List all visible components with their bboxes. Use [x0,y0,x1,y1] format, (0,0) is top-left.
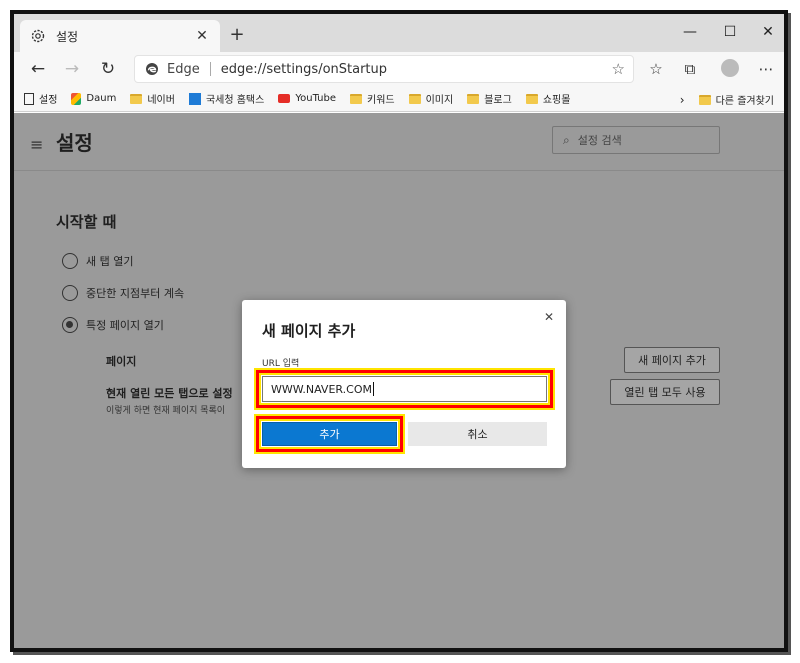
section-title: 시작할 때 [56,213,117,231]
address-url: edge://settings/onStartup [220,61,388,77]
edge-logo-icon [146,63,158,75]
refresh-button[interactable]: ↻ [96,57,120,81]
bookmark-item[interactable]: 이미지 [408,91,454,106]
bookmark-item[interactable]: 키워드 [350,91,395,106]
url-input[interactable]: WWW.NAVER.COM [262,376,547,402]
bookmark-item[interactable]: 네이버 [130,91,175,106]
minimize-button[interactable]: — [672,20,708,44]
hometax-icon [188,92,201,105]
bookmark-item[interactable]: 블로그 [467,91,512,106]
gear-icon [31,29,45,43]
add-button[interactable]: 추가 [262,422,397,446]
daum-icon [71,92,82,105]
bookmark-item[interactable]: Daum [71,92,117,105]
tab-close-icon[interactable]: ✕ [194,28,210,44]
other-favorites-label: 다른 즐겨찾기 [715,96,774,107]
tab-settings[interactable]: 설정 ✕ [20,20,220,52]
bookmark-label: 키워드 [367,95,395,106]
bookmark-label: 블로그 [484,95,512,106]
search-icon: ⌕ [563,132,570,147]
collections-icon[interactable]: ⧉ [678,57,702,81]
radio-button[interactable] [62,285,78,301]
add-page-dialog: 새 페이지 추가 ✕ URL 입력 WWW.NAVER.COM 추가 취소 [242,300,566,468]
dialog-close-icon[interactable]: ✕ [544,310,554,324]
hamburger-menu-icon[interactable]: ≡ [30,135,43,154]
radio-specific-pages[interactable]: 특정 페이지 열기 [62,317,164,333]
page-icon [24,92,34,105]
add-page-button[interactable]: 새 페이지 추가 [624,347,720,373]
settings-header: ≡ 설정 ⌕ 설정 검색 [14,113,784,171]
bookmark-item[interactable]: 국세청 홈택스 [188,91,265,106]
search-placeholder: 설정 검색 [577,134,622,147]
bookmark-label: 네이버 [147,95,175,106]
radio-label: 중단한 지점부터 계속 [86,287,185,300]
radio-label: 새 탭 열기 [86,255,134,268]
profile-avatar[interactable] [721,59,739,77]
youtube-icon [278,94,291,103]
browser-window: 설정 ✕ + — ☐ ✕ ← → ↻ Edge edge://settings/… [10,10,788,652]
radio-button-selected[interactable] [62,317,78,333]
cancel-button[interactable]: 취소 [408,422,547,446]
pages-label: 페이지 [106,355,137,368]
tab-title: 설정 [56,29,79,44]
bookmarks-bar: 설정 Daum 네이버 국세청 홈택스 YouTube 키워드 이미지 블로그 [14,86,784,112]
text-caret [372,382,374,396]
bookmark-label: Daum [86,93,117,104]
favorite-star-icon[interactable]: ☆ [612,60,625,78]
radio-new-tab[interactable]: 새 탭 열기 [62,253,133,269]
more-menu-icon[interactable]: ⋯ [754,57,778,81]
url-input-value: WWW.NAVER.COM [271,382,372,396]
folder-icon [525,93,538,104]
bookmark-label: YouTube [295,93,336,104]
chevron-right-icon[interactable]: › [680,93,685,107]
folder-icon [467,93,480,104]
settings-search-input[interactable]: ⌕ 설정 검색 [552,126,720,154]
bookmark-item[interactable]: 설정 [24,91,57,106]
replace-description: 이렇게 하면 현재 페이지 목록이 [106,406,226,416]
close-window-button[interactable]: ✕ [750,20,784,44]
address-brand: Edge [167,61,200,77]
bookmark-label: 이미지 [425,95,454,106]
bookmark-label: 설정 [39,95,58,106]
folder-icon [698,94,711,105]
address-divider [209,62,211,76]
use-all-tabs-button[interactable]: 열린 탭 모두 사용 [610,379,720,405]
bookmark-item[interactable]: YouTube [278,93,336,104]
tab-strip: 설정 ✕ + — ☐ ✕ [14,14,784,52]
toolbar: ← → ↻ Edge edge://settings/onStartup ☆ ☆… [14,52,784,86]
address-bar[interactable]: Edge edge://settings/onStartup ☆ [134,55,634,83]
bookmark-label: 쇼핑몰 [542,95,571,106]
maximize-button[interactable]: ☐ [712,20,748,44]
dialog-title: 새 페이지 추가 [262,322,356,340]
radio-continue[interactable]: 중단한 지점부터 계속 [62,285,184,301]
back-button[interactable]: ← [26,57,50,81]
new-tab-button[interactable]: + [226,24,248,46]
replace-label: 현재 열린 모든 탭으로 설정 [106,387,233,400]
forward-button[interactable]: → [60,57,84,81]
favorites-icon[interactable]: ☆ [644,57,668,81]
page-title: 설정 [56,131,93,155]
other-favorites[interactable]: › 다른 즐겨찾기 [680,92,774,108]
folder-icon [408,93,421,104]
radio-button[interactable] [62,253,78,269]
bookmark-label: 국세청 홈택스 [205,95,265,106]
folder-icon [350,93,362,104]
bookmark-item[interactable]: 쇼핑몰 [525,91,571,106]
folder-icon [130,93,143,104]
url-label: URL 입력 [262,359,300,369]
radio-label: 특정 페이지 열기 [86,319,164,332]
